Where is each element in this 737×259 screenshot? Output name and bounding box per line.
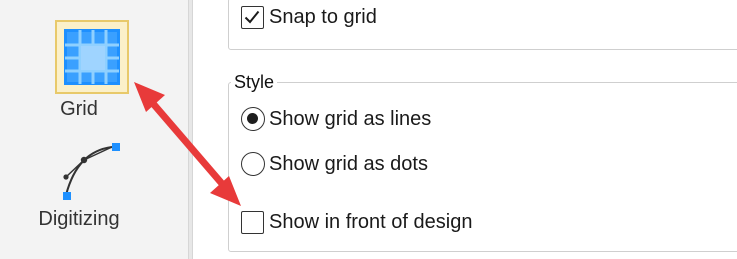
show-in-front-of-design-checkbox[interactable]: Show in front of design [241,211,472,234]
snap-to-grid-label: Snap to grid [269,6,377,28]
selected-highlight [55,20,129,94]
bezier-curve-icon [63,143,120,200]
show-grid-as-lines-label: Show grid as lines [269,107,432,130]
show-grid-as-dots-label: Show grid as dots [269,152,428,175]
checkbox-box[interactable] [241,211,264,234]
checkmark-icon [244,10,260,24]
grid-icon [64,29,120,85]
snap-to-grid-checkbox[interactable]: Snap to grid [241,6,377,29]
style-group-legend: Style [231,72,278,93]
show-grid-as-dots-radio[interactable]: Show grid as dots [241,152,428,176]
grid-settings-panel: Snap to grid Style Show grid as lines Sh… [193,0,737,259]
sidebar: Grid Digitizing [0,0,188,259]
radio-circle[interactable] [241,152,265,176]
show-grid-as-lines-radio[interactable]: Show grid as lines [241,107,431,131]
show-in-front-of-design-label: Show in front of design [269,211,473,233]
sidebar-item-label-digitizing: Digitizing [38,208,120,230]
checkbox-box[interactable] [241,6,264,29]
sidebar-item-label-grid: Grid [60,98,98,120]
sidebar-item-digitizing[interactable]: Digitizing [0,135,188,240]
sidebar-item-grid[interactable]: Grid [0,20,188,130]
radio-circle[interactable] [241,107,265,131]
